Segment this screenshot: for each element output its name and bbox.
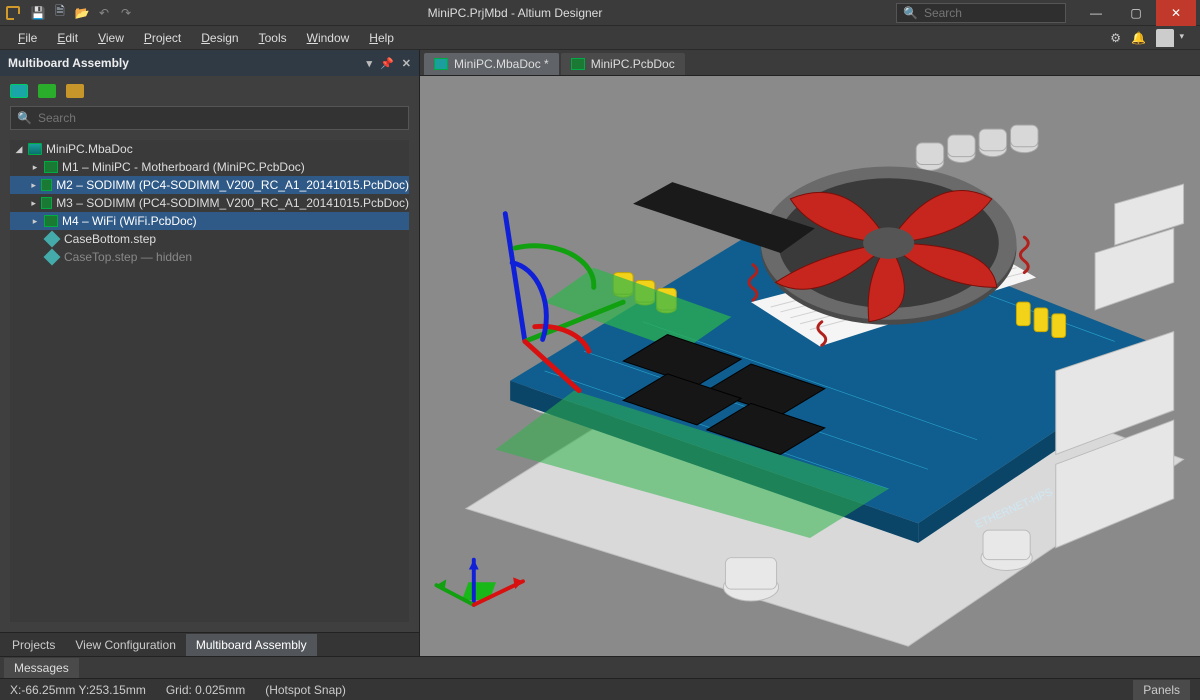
messages-row: Messages: [0, 656, 1200, 678]
tree-item[interactable]: ▸ M3 – SODIMM (PC4-SODIMM_V200_RC_A1_2014…: [10, 194, 409, 212]
pcb-doc-icon: [571, 58, 585, 70]
tree-item[interactable]: ▸ M1 – MiniPC - Motherboard (MiniPC.PcbDo…: [10, 158, 409, 176]
mba-doc-icon: [28, 143, 42, 155]
menu-design[interactable]: Design: [191, 28, 248, 48]
panels-button[interactable]: Panels: [1133, 680, 1190, 700]
multiboard-assembly-panel: Multiboard Assembly ▾ 📌 ✕ 🔍 ◢ MiniPC.Mba…: [0, 50, 420, 656]
search-icon: 🔍: [17, 111, 32, 125]
document-tab[interactable]: MiniPC.PcbDoc: [561, 53, 685, 75]
window-controls: — ▢ ✕: [1076, 0, 1196, 26]
step-model-icon: [44, 249, 61, 266]
editor-area: MiniPC.MbaDoc * MiniPC.PcbDoc: [420, 50, 1200, 656]
panel-tab-strip: ProjectsView ConfigurationMultiboard Ass…: [0, 632, 419, 656]
menu-view[interactable]: View: [88, 28, 134, 48]
caret-right-icon[interactable]: ▸: [30, 162, 40, 173]
menu-edit[interactable]: Edit: [47, 28, 88, 48]
close-button[interactable]: ✕: [1156, 0, 1196, 26]
tree-root-label: MiniPC.MbaDoc: [46, 142, 133, 156]
menu-help[interactable]: Help: [359, 28, 404, 48]
tree-item[interactable]: ▸ M4 – WiFi (WiFi.PcbDoc): [10, 212, 409, 230]
title-bar: 💾 🗎 📂 ↶ ↷ MiniPC.PrjMbd - Altium Designe…: [0, 0, 1200, 26]
main-area: Multiboard Assembly ▾ 📌 ✕ 🔍 ◢ MiniPC.Mba…: [0, 50, 1200, 656]
mba-doc-icon: [434, 58, 448, 70]
undo-icon[interactable]: ↶: [96, 5, 112, 21]
caret-down-icon[interactable]: ◢: [14, 144, 24, 155]
window-title: MiniPC.PrjMbd - Altium Designer: [428, 6, 603, 20]
assembly-tree[interactable]: ◢ MiniPC.MbaDoc ▸ M1 – MiniPC - Motherboa…: [10, 140, 409, 622]
3d-scene-render: ETHERNET-HPS: [420, 76, 1200, 656]
save-icon[interactable]: 💾: [30, 5, 46, 21]
document-tab-strip: MiniPC.MbaDoc * MiniPC.PcbDoc: [420, 50, 1200, 76]
status-bar: X:-66.25mm Y:253.15mm Grid: 0.025mm (Hot…: [0, 678, 1200, 700]
app-logo-icon: [6, 6, 20, 20]
document-tab-label: MiniPC.PcbDoc: [591, 57, 675, 71]
panel-search-input[interactable]: [38, 111, 402, 125]
menu-file[interactable]: File: [8, 28, 47, 48]
global-search[interactable]: 🔍: [896, 3, 1066, 23]
menu-window[interactable]: Window: [297, 28, 360, 48]
panel-search[interactable]: 🔍: [10, 106, 409, 130]
panel-title: Multiboard Assembly: [8, 56, 129, 70]
settings-gear-icon[interactable]: ⚙: [1110, 31, 1121, 45]
pcb-doc-icon: [44, 215, 58, 227]
messages-button[interactable]: Messages: [4, 658, 79, 678]
save-all-icon[interactable]: 🗎: [52, 5, 68, 21]
tree-item[interactable]: CaseBottom.step: [10, 230, 409, 248]
panel-pin-icon[interactable]: 📌: [380, 57, 394, 70]
document-tab-label: MiniPC.MbaDoc *: [454, 57, 549, 71]
redo-icon[interactable]: ↷: [118, 5, 134, 21]
panel-close-icon[interactable]: ✕: [402, 57, 411, 70]
panel-toolbar: [0, 76, 419, 106]
pcb-doc-icon: [41, 179, 52, 191]
status-coordinates: X:-66.25mm Y:253.15mm: [10, 683, 146, 697]
caret-right-icon[interactable]: ▸: [30, 180, 37, 191]
step-model-icon: [44, 231, 61, 248]
document-tab[interactable]: MiniPC.MbaDoc *: [424, 53, 559, 75]
notifications-bell-icon[interactable]: 🔔: [1131, 31, 1146, 45]
panel-dropdown-icon[interactable]: ▾: [367, 57, 373, 70]
tree-item[interactable]: CaseTop.step — hidden: [10, 248, 409, 266]
3d-viewport[interactable]: ETHERNET-HPS: [420, 76, 1200, 656]
toolbar-pcb-icon[interactable]: [38, 84, 56, 98]
panel-tab[interactable]: Projects: [2, 634, 65, 656]
caret-right-icon[interactable]: ▸: [30, 216, 40, 227]
panel-tab[interactable]: View Configuration: [65, 634, 186, 656]
open-icon[interactable]: 📂: [74, 5, 90, 21]
pcb-doc-icon: [44, 161, 58, 173]
tree-item-label: M1 – MiniPC - Motherboard (MiniPC.PcbDoc…: [62, 160, 305, 174]
menu-bar: File Edit View Project Design Tools Wind…: [0, 26, 1200, 50]
tree-item-label: M3 – SODIMM (PC4-SODIMM_V200_RC_A1_20141…: [56, 196, 409, 210]
tree-root[interactable]: ◢ MiniPC.MbaDoc: [10, 140, 409, 158]
global-search-input[interactable]: [924, 6, 1059, 20]
panel-header[interactable]: Multiboard Assembly ▾ 📌 ✕: [0, 50, 419, 76]
tree-item-label: M4 – WiFi (WiFi.PcbDoc): [62, 214, 197, 228]
status-grid: Grid: 0.025mm: [166, 683, 245, 697]
user-avatar-icon[interactable]: [1156, 29, 1174, 47]
toolbar-board-icon[interactable]: [10, 84, 28, 98]
pcb-doc-icon: [41, 197, 52, 209]
toolbar-step-icon[interactable]: [66, 84, 84, 98]
tree-item-label: CaseTop.step — hidden: [64, 250, 192, 264]
status-snap: (Hotspot Snap): [265, 683, 346, 697]
tree-item[interactable]: ▸ M2 – SODIMM (PC4-SODIMM_V200_RC_A1_2014…: [10, 176, 409, 194]
panel-tab[interactable]: Multiboard Assembly: [186, 634, 317, 656]
menu-project[interactable]: Project: [134, 28, 191, 48]
maximize-button[interactable]: ▢: [1116, 0, 1156, 26]
caret-right-icon[interactable]: ▸: [30, 198, 37, 209]
quick-access-toolbar: 💾 🗎 📂 ↶ ↷: [30, 5, 134, 21]
tree-item-label: CaseBottom.step: [64, 232, 156, 246]
minimize-button[interactable]: —: [1076, 0, 1116, 26]
menu-tools[interactable]: Tools: [249, 28, 297, 48]
search-icon: 🔍: [903, 6, 918, 20]
tree-item-label: M2 – SODIMM (PC4-SODIMM_V200_RC_A1_20141…: [56, 178, 409, 192]
